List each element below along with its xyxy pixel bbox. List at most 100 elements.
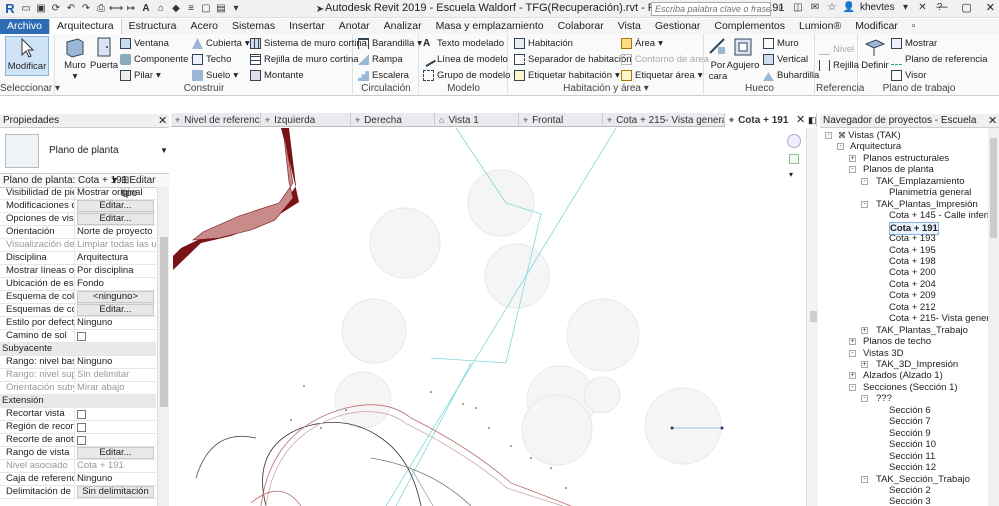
section-icon[interactable]: ◆ [170,3,182,15]
property-value[interactable]: Por disciplina [75,265,156,277]
tree-node[interactable]: Cota + 193 [889,233,936,244]
property-value[interactable]: Ninguno [75,473,156,485]
dimension-icon[interactable]: ↦ [125,3,137,15]
tree-node[interactable]: TAK_Emplazamiento [876,176,965,187]
property-value[interactable]: Mostrar original [75,187,156,199]
property-row[interactable]: Rango: nivel base Ninguno [0,356,156,369]
curtain-system-button[interactable]: Sistema de muro cortina [250,38,367,49]
model-line-button[interactable]: Línea de modelo [420,51,508,68]
ribbon-tab-13[interactable]: Lumion® [792,19,848,34]
ribbon-tab-8[interactable]: Masa y emplazamiento [429,19,551,34]
property-checkbox[interactable] [77,410,86,419]
railing-button[interactable]: Barandilla ▾ [358,38,422,49]
communication-icon[interactable]: ✉ [809,1,821,13]
property-row[interactable]: Orientación subya...Mirar abajo [0,382,156,395]
property-row[interactable]: Delimitación de pr...Sin delimitación [0,486,156,499]
redo-icon[interactable]: ↷ [80,3,92,15]
component-button[interactable]: Componente ▾ [120,54,196,65]
door-button[interactable]: Puerta [90,36,118,71]
search-input[interactable] [651,2,771,16]
property-value[interactable]: Ninguno [75,317,156,329]
vertical-opening-button[interactable]: Vertical [763,54,808,65]
close-view-tab-icon[interactable]: ✕ [796,114,805,126]
tree-node[interactable]: Sección 3 [889,496,931,506]
tree-node[interactable]: Cota + 204 [889,279,936,290]
curtain-grid-button[interactable]: Rejilla de muro cortina [250,54,359,65]
column-button[interactable]: Pilar ▾ [120,70,161,81]
tree-node[interactable]: TAK_Plantas_Impresión [876,199,978,210]
property-edit-button[interactable]: Sin delimitación [77,486,154,498]
mullion-button[interactable]: Montante [250,70,304,81]
dormer-button[interactable]: Buhardilla [763,70,819,81]
grid-button[interactable]: Rejilla [819,60,859,71]
maximize-icon[interactable]: ▢ [961,1,971,14]
tree-node[interactable]: Arquitectura [850,141,901,152]
expand-icon[interactable]: + [849,372,856,380]
expand-icon[interactable]: + [849,338,856,346]
collapse-icon[interactable]: - [861,395,868,403]
property-value[interactable]: Cota + 191 [75,460,156,472]
ribbon-tab-4[interactable]: Sistemas [225,19,282,34]
3d-view-icon[interactable]: ⌂ [155,3,167,15]
ribbon-tab-6[interactable]: Anotar [332,19,377,34]
property-row[interactable]: Rango de vista Editar... [0,447,156,460]
property-row[interactable]: Mostrar líneas ocu...Por disciplina [0,265,156,278]
tree-node[interactable]: Cota + 195 [889,245,936,256]
ribbon-tab-7[interactable]: Analizar [377,19,429,34]
property-row[interactable]: Estilo por defecto ...Ninguno [0,317,156,330]
property-row[interactable]: Modificaciones de...Editar... [0,200,156,213]
ribbon-minimize-icon[interactable]: ▫ [905,19,923,34]
tree-node[interactable]: Sección 11 [889,451,935,462]
drawing-vertical-scrollbar[interactable] [806,128,818,506]
window-button[interactable]: Ventana [120,38,169,49]
search-icon[interactable]: ⌕ [775,1,787,13]
ribbon-tab-11[interactable]: Gestionar [648,19,708,34]
ribbon-tab-5[interactable]: Insertar [282,19,332,34]
property-row[interactable]: Caja de referenciaNinguno [0,473,156,486]
panel-label-seleccionar[interactable]: Seleccionar ▾ [0,83,60,94]
browser-scrollbar[interactable] [988,128,999,506]
property-row[interactable]: Visibilidad de piez...Mostrar original [0,187,156,200]
property-value[interactable]: Arquitectura [75,252,156,264]
open-icon[interactable]: ▭ [20,3,32,15]
panel-label-habitacion-area[interactable]: Habitación y área ▾ [509,83,703,94]
view-tab[interactable]: ⌖ Nivel de referencia [171,113,261,127]
zoom-icon[interactable] [789,154,799,164]
collapse-icon[interactable]: - [825,132,832,139]
ribbon-tab-1[interactable]: Arquitectura [49,19,122,34]
model-text-button[interactable]: A Texto modelado [423,38,504,49]
thin-lines-icon[interactable]: ≡ [185,3,197,15]
tree-node[interactable]: Planimetría general [889,187,971,198]
type-dropdown-icon[interactable]: ▼ [160,146,168,155]
property-edit-button[interactable]: Editar... [77,304,154,316]
tree-node[interactable]: Sección 12 [889,462,936,473]
collapse-icon[interactable]: - [849,166,856,174]
view-tab[interactable]: ⌖ Derecha [351,113,435,127]
tree-node[interactable]: Cota + 200 [889,267,936,278]
exchange-icon[interactable]: ✕ [916,1,928,13]
tag-room-button[interactable]: Etiquetar habitación ▾ [514,70,620,81]
property-checkbox[interactable] [77,332,86,341]
collapse-icon[interactable]: - [849,349,856,357]
tree-node[interactable]: TAK_Plantas_Trabajo [876,325,968,336]
view-tab[interactable]: ⌂ Vista 1 [435,113,519,127]
ribbon-tab-12[interactable]: Complementos [707,19,792,34]
view-tab[interactable]: ⌖ Izquierda [261,113,351,127]
tree-node[interactable]: TAK_3D_Impresión [876,359,958,370]
close-windows-icon[interactable]: ▢ [200,3,212,15]
revit-logo-icon[interactable]: R [3,1,17,16]
tree-node[interactable]: Vistas 3D [863,348,903,359]
type-selector[interactable]: Plano de planta ▼ [0,128,169,174]
property-row[interactable]: Recortar vista [0,408,156,421]
expand-icon[interactable]: + [861,361,868,368]
sync-icon[interactable]: ⟳ [50,3,62,15]
measure-icon[interactable]: ⟷ [109,3,123,15]
tree-node[interactable]: Sección 10 [889,439,936,450]
tree-node[interactable]: ??? [876,393,892,404]
property-row[interactable]: Recorte de anotac... [0,434,156,447]
instance-selector[interactable]: Plano de planta: Cota + 191 ▾ ⊞Editar ti… [0,174,169,199]
collapse-icon[interactable]: - [861,200,868,208]
steering-wheel-icon[interactable] [787,134,801,148]
close-properties-icon[interactable]: ✕ [158,115,167,127]
property-category[interactable]: Extensión [0,395,156,408]
